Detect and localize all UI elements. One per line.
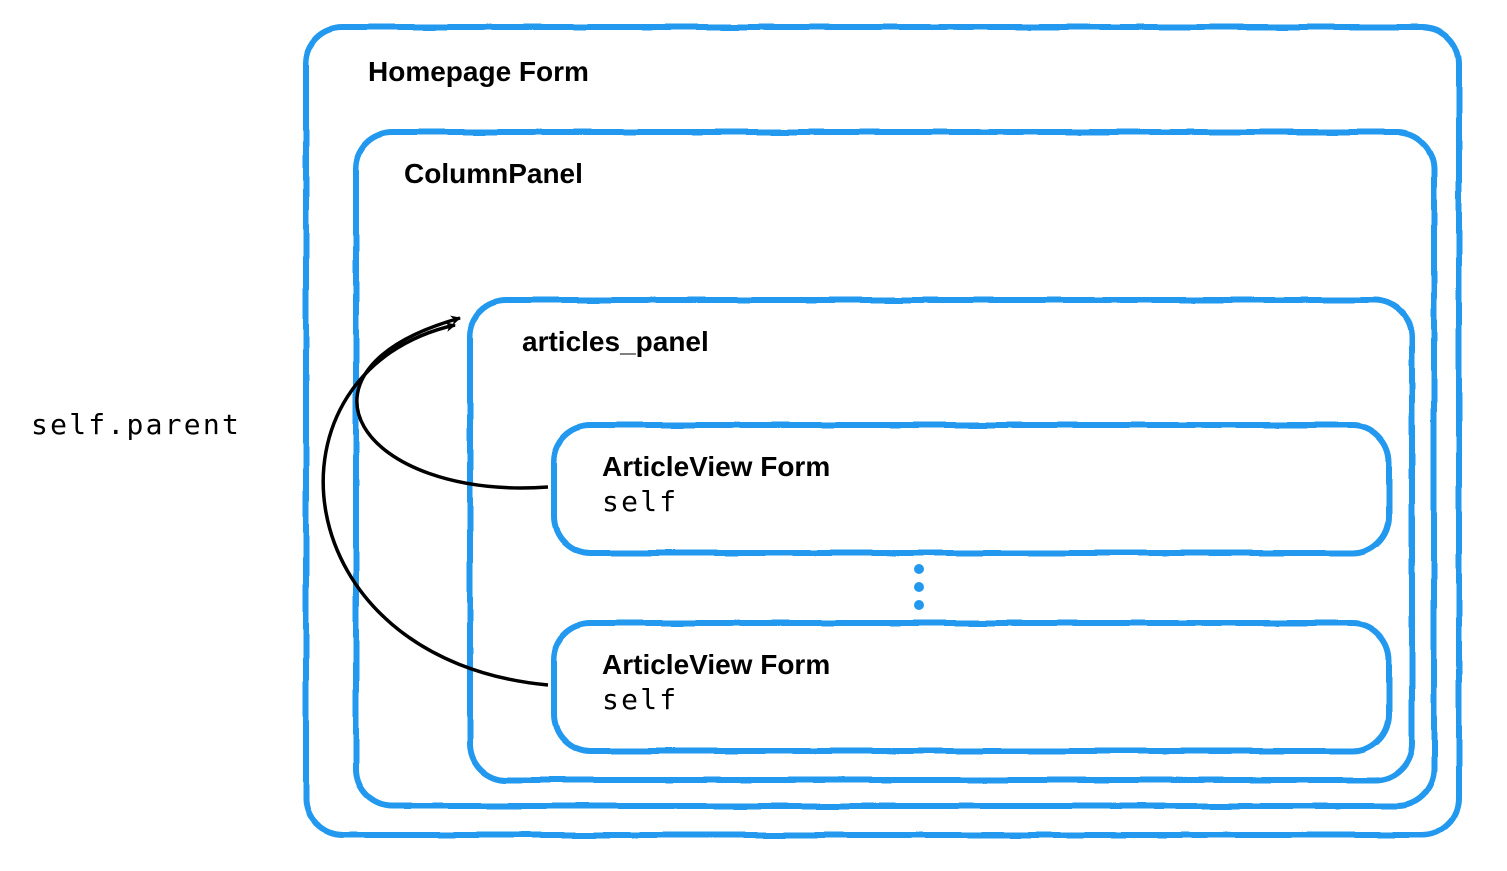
label-column-panel: ColumnPanel xyxy=(404,156,583,191)
title-article-view-2: ArticleView Form xyxy=(602,649,830,680)
dot-icon xyxy=(914,582,924,592)
dot-icon xyxy=(914,600,924,610)
label-articles-panel: articles_panel xyxy=(522,324,709,359)
self-article-view-2: self xyxy=(602,683,678,716)
ellipsis-dots xyxy=(914,564,924,610)
self-article-view-1: self xyxy=(602,485,678,518)
dot-icon xyxy=(914,564,924,574)
label-self-parent: self.parent xyxy=(31,408,241,441)
title-article-view-1: ArticleView Form xyxy=(602,451,830,482)
label-homepage-form: Homepage Form xyxy=(368,54,589,89)
label-article-view-1: ArticleView Form self xyxy=(602,449,830,519)
label-article-view-2: ArticleView Form self xyxy=(602,647,830,717)
